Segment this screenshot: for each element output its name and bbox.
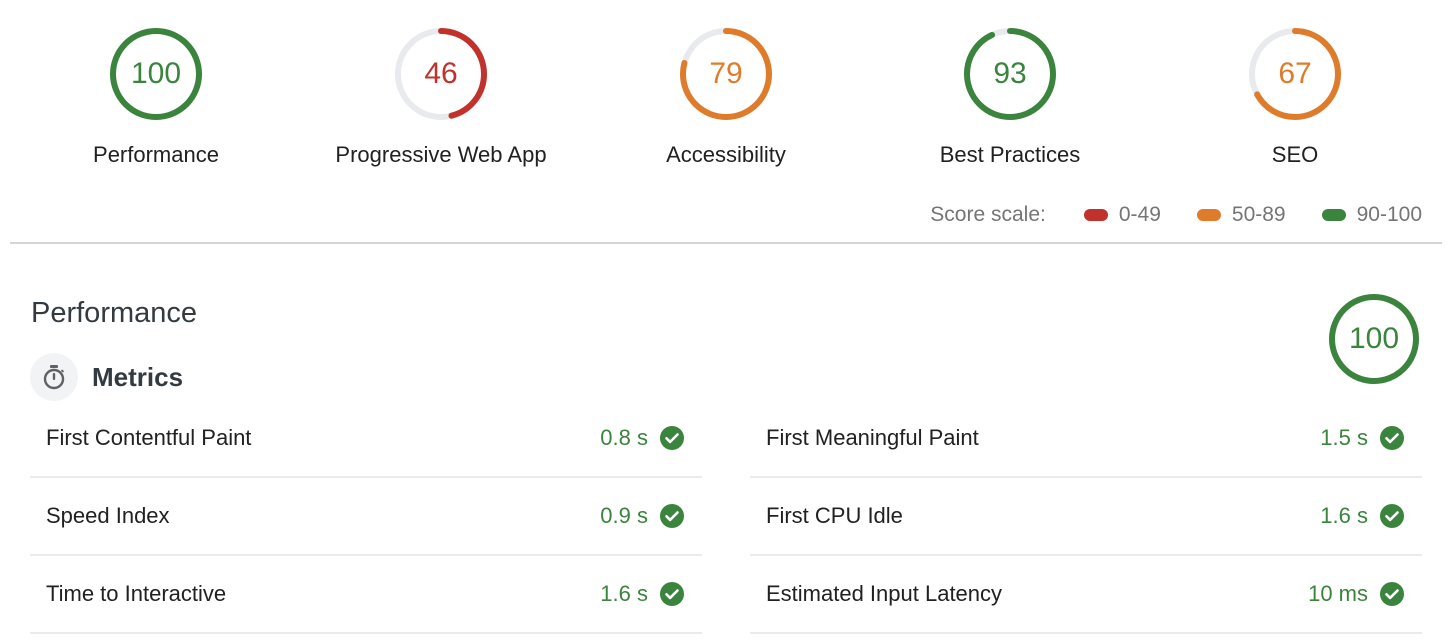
metric-row[interactable]: First Meaningful Paint 1.5 s	[750, 400, 1422, 478]
gauge-score: 100	[130, 57, 182, 90]
metric-row[interactable]: First CPU Idle 1.6 s	[750, 478, 1422, 556]
metric-value: 0.9 s	[600, 503, 648, 528]
metric-row[interactable]: Time to Interactive 1.6 s	[30, 556, 702, 634]
score-scale-label: Score scale:	[930, 203, 1046, 226]
category-score: 100	[1348, 322, 1400, 355]
scale-range-label: 0-49	[1118, 203, 1161, 226]
gauge-seo[interactable]: 67 SEO	[1145, 26, 1445, 168]
metric-row[interactable]: Estimated Input Latency 10 ms	[750, 556, 1422, 634]
gauge-label: Performance	[93, 142, 219, 167]
metric-name: Time to Interactive	[46, 581, 227, 606]
scale-item-fail: 0-49	[1083, 203, 1161, 227]
score-gauges: 100 Performance 46 Progressive Web App 7…	[0, 0, 1448, 190]
pass-check-icon	[1380, 504, 1404, 528]
score-scale-legend: Score scale: 0-49 50-89 90-100	[930, 203, 1422, 227]
metric-name: First Contentful Paint	[46, 425, 252, 450]
gauge-label: Best Practices	[939, 142, 1081, 167]
pass-check-icon	[660, 504, 684, 528]
pass-check-icon	[1380, 582, 1404, 606]
pass-check-icon	[660, 582, 684, 606]
fail-swatch-icon	[1083, 209, 1108, 221]
pass-check-icon	[1380, 426, 1404, 450]
gauge-score: 67	[1278, 57, 1312, 90]
metric-name: Estimated Input Latency	[766, 581, 1003, 606]
metric-name: First CPU Idle	[766, 503, 903, 528]
metric-value: 1.5 s	[1320, 425, 1368, 450]
pass-check-icon	[660, 426, 684, 450]
gauge-best-practices[interactable]: 93 Best Practices	[860, 26, 1160, 168]
pass-swatch-icon	[1321, 209, 1346, 221]
metric-value: 10 ms	[1308, 581, 1368, 606]
metric-row[interactable]: Speed Index 0.9 s	[30, 478, 702, 556]
group-title: Metrics	[92, 361, 184, 392]
scale-item-pass: 90-100	[1321, 203, 1422, 227]
metric-row[interactable]: First Contentful Paint 0.8 s	[30, 400, 702, 478]
metric-value: 0.8 s	[600, 425, 648, 450]
gauge-score: 93	[993, 57, 1027, 90]
stopwatch-icon	[30, 353, 78, 401]
metrics-group-header: Metrics	[30, 353, 183, 401]
section-divider	[10, 242, 1442, 244]
gauge-label: SEO	[1271, 142, 1319, 167]
metric-value: 1.6 s	[1320, 503, 1368, 528]
metrics-column-left: First Contentful Paint 0.8 s Speed Index…	[30, 400, 702, 634]
gauge-score: 79	[709, 57, 743, 90]
average-swatch-icon	[1196, 209, 1221, 221]
scale-item-average: 50-89	[1196, 203, 1286, 227]
category-title: Performance	[31, 297, 198, 329]
metric-name: First Meaningful Paint	[766, 425, 979, 450]
metrics-column-right: First Meaningful Paint 1.5 s First CPU I…	[750, 400, 1422, 634]
gauge-label: Progressive Web App	[335, 142, 547, 167]
gauge-score: 46	[424, 57, 458, 90]
scale-range-label: 90-100	[1356, 203, 1422, 226]
metric-value: 1.6 s	[600, 581, 648, 606]
gauge-accessibility[interactable]: 79 Accessibility	[576, 26, 876, 168]
category-score-gauge: 100	[1327, 292, 1421, 386]
gauge-progressive-web-app[interactable]: 46 Progressive Web App	[291, 26, 591, 168]
scale-range-label: 50-89	[1231, 203, 1286, 226]
gauge-label: Accessibility	[666, 142, 786, 167]
metric-name: Speed Index	[46, 503, 170, 528]
gauge-performance[interactable]: 100 Performance	[6, 26, 306, 168]
